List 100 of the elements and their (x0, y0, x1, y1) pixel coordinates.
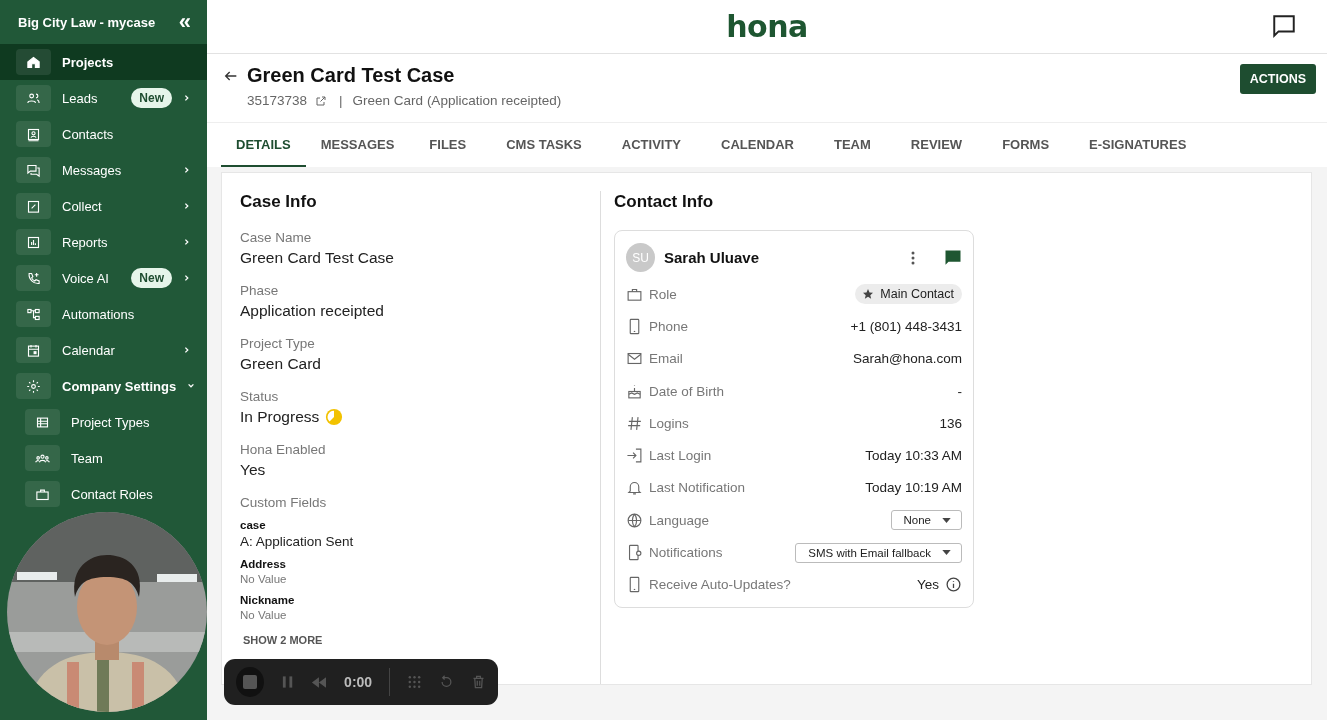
pause-icon[interactable] (281, 675, 295, 689)
tab[interactable]: E-SIGNATURES (1069, 123, 1207, 167)
nav-icon (25, 445, 60, 471)
grid-icon[interactable] (407, 674, 423, 690)
tab[interactable]: FORMS (982, 123, 1070, 167)
nav-label: Contact Roles (71, 486, 154, 502)
info-icon[interactable] (945, 576, 962, 594)
row-value: - (957, 383, 962, 399)
custom-field-value: No Value (240, 609, 288, 621)
field-value: Green Card Test Case (240, 249, 394, 267)
chevron-icon (183, 166, 191, 174)
tab[interactable]: FILES (409, 123, 487, 167)
nav-label: Calendar (62, 342, 116, 358)
rewind-icon[interactable] (311, 675, 328, 689)
nav-item[interactable]: Automations (0, 296, 207, 332)
nav-item[interactable]: Calendar (0, 332, 207, 368)
row-value: +1 (801) 448-3431 (850, 318, 962, 334)
row-value: Sarah@hona.com (853, 351, 962, 367)
row-icon (626, 414, 643, 432)
field-value: In Progress (240, 408, 320, 426)
row-value: Today 10:33 AM (865, 448, 962, 464)
chevron-icon (183, 274, 191, 282)
tab[interactable]: MESSAGES (305, 123, 410, 167)
field-label: Project Type (240, 336, 316, 351)
nav-item[interactable]: Leads New (0, 80, 207, 116)
nav-subitem[interactable]: Project Types (0, 404, 207, 440)
nav-item[interactable]: Reports (0, 224, 207, 260)
status-icon (325, 408, 344, 426)
trash-icon[interactable] (471, 674, 486, 690)
new-badge: New (131, 268, 172, 288)
row-label: Role (649, 286, 678, 302)
message-icon[interactable] (944, 248, 962, 267)
section-title: Case Info (240, 192, 318, 212)
custom-field-value: No Value (240, 573, 288, 585)
nav-label: Team (71, 450, 104, 466)
recording-time: 0:00 (344, 674, 373, 690)
nav-icon (16, 301, 51, 327)
nav-item[interactable]: Messages (0, 152, 207, 188)
section-title: Contact Info (614, 192, 715, 212)
actions-button[interactable]: ACTIONS (1239, 64, 1316, 94)
nav-item[interactable]: Contacts (0, 116, 207, 152)
field-label: Status (240, 389, 280, 404)
custom-field-value: A: Application Sent (240, 534, 355, 549)
contact-name: Sarah Uluave (664, 249, 761, 266)
nav-icon (16, 49, 51, 75)
field-value: Yes (240, 461, 266, 479)
tab[interactable]: CALENDAR (701, 123, 814, 167)
nav-label: Messages (62, 162, 123, 178)
row-value: 136 (939, 415, 962, 431)
tab[interactable]: DETAILS (221, 123, 306, 167)
row-icon (626, 382, 643, 400)
tab[interactable]: CMS TASKS (486, 123, 602, 167)
nav-label: Project Types (71, 414, 151, 430)
nav-icon (16, 121, 51, 147)
nav-icon (16, 193, 51, 219)
nav-item[interactable]: Collect (0, 188, 207, 224)
nav-icon (16, 157, 51, 183)
dropdown-caret-icon (942, 550, 951, 555)
select-dropdown[interactable]: SMS with Email fallback (795, 542, 962, 563)
nav-label: Contacts (62, 126, 115, 142)
dropdown-caret-icon (942, 517, 951, 523)
more-options-icon[interactable] (911, 250, 915, 265)
chat-icon[interactable] (1271, 13, 1297, 39)
row-icon (626, 479, 643, 497)
external-link-icon[interactable] (315, 94, 328, 107)
nav-label: Reports (62, 234, 109, 250)
nav-icon (16, 337, 51, 363)
row-value: Today 10:19 AM (865, 480, 962, 496)
field-label: Custom Fields (240, 495, 328, 510)
nav-label: Automations (62, 306, 136, 322)
logo: hona (726, 9, 808, 44)
nav-item[interactable]: Company Settings (0, 368, 207, 404)
nav-icon (25, 409, 60, 435)
field-value: Application receipted (240, 302, 384, 320)
nav-icon (16, 265, 51, 291)
row-label: Date of Birth (649, 383, 726, 399)
show-more-link[interactable]: SHOW 2 MORE (240, 634, 326, 646)
case-subtitle: Green Card (Application receipted) (352, 93, 562, 108)
nav-item[interactable]: Voice AI New (0, 260, 207, 296)
collapse-button[interactable]: « (178, 11, 191, 33)
nav-label: Voice AI (62, 270, 110, 286)
nav-subitem[interactable]: Contact Roles (0, 476, 207, 512)
nav-subitem[interactable]: Team (0, 440, 207, 476)
tab[interactable]: TEAM (814, 123, 891, 167)
row-label: Notifications (649, 545, 724, 560)
row-label: Last Notification (649, 480, 747, 496)
tab[interactable]: REVIEW (890, 123, 983, 167)
star-icon (862, 288, 875, 301)
row-label: Last Login (649, 448, 713, 464)
select-dropdown[interactable]: None (890, 510, 962, 531)
nav-label: Projects (62, 54, 115, 70)
nav-label: Company Settings (62, 378, 177, 394)
nav-item[interactable]: Projects (0, 44, 207, 80)
row-icon (626, 511, 643, 529)
stop-button[interactable] (236, 667, 265, 697)
row-label: Email (649, 351, 684, 367)
nav-label: Collect (62, 198, 103, 214)
tab[interactable]: ACTIVITY (601, 123, 702, 167)
role-label: Main Contact (880, 287, 954, 302)
row-icon (626, 544, 643, 561)
